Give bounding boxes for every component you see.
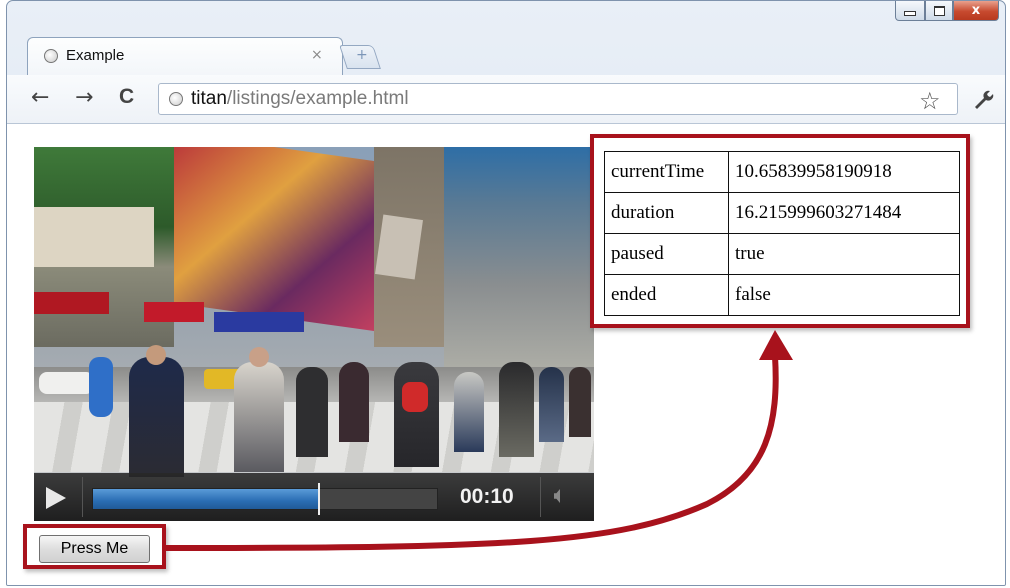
forward-button[interactable]: → bbox=[75, 85, 93, 110]
control-divider bbox=[540, 477, 541, 517]
video-progress-fill bbox=[93, 489, 319, 509]
property-value: true bbox=[728, 233, 960, 275]
globe-icon bbox=[169, 92, 183, 106]
video-progress-bar[interactable] bbox=[92, 483, 438, 515]
table-row: currentTime 10.65839958190918 bbox=[604, 151, 960, 193]
property-value: false bbox=[728, 274, 960, 316]
video-player[interactable]: 00:10 bbox=[34, 147, 594, 521]
table-row: ended false bbox=[604, 274, 960, 316]
video-controls: 00:10 bbox=[34, 473, 594, 521]
arrow-head bbox=[759, 330, 793, 360]
url-host: titan bbox=[191, 88, 227, 109]
video-frame bbox=[34, 147, 594, 521]
properties-callout: currentTime 10.65839958190918 duration 1… bbox=[590, 134, 970, 328]
url-text: titan/listings/example.html bbox=[191, 88, 409, 110]
address-bar[interactable]: titan/listings/example.html bbox=[158, 83, 958, 115]
bookmark-star-icon[interactable]: ☆ bbox=[919, 87, 941, 115]
table-row: duration 16.215999603271484 bbox=[604, 192, 960, 234]
minimize-icon bbox=[904, 11, 916, 16]
property-name: currentTime bbox=[604, 151, 729, 193]
window-controls: x bbox=[895, 1, 999, 21]
tab-example[interactable]: Example × bbox=[27, 37, 343, 75]
toolbar: ← → C titan/listings/example.html ☆ bbox=[7, 75, 1005, 124]
property-name: duration bbox=[604, 192, 729, 234]
back-button[interactable]: ← bbox=[31, 85, 49, 110]
close-window-button[interactable]: x bbox=[953, 1, 999, 21]
browser-window: x Example × + ← → C titan/listings/examp… bbox=[6, 0, 1006, 586]
minimize-button[interactable] bbox=[895, 1, 925, 21]
property-name: ended bbox=[604, 274, 729, 316]
plus-icon: + bbox=[356, 47, 368, 63]
video-properties-table: currentTime 10.65839958190918 duration 1… bbox=[604, 151, 960, 316]
button-callout: Press Me bbox=[23, 524, 166, 569]
volume-icon[interactable] bbox=[554, 489, 560, 503]
property-name: paused bbox=[604, 233, 729, 275]
tab-title: Example bbox=[66, 47, 125, 64]
url-path: /listings/example.html bbox=[226, 88, 409, 109]
reload-button[interactable]: C bbox=[119, 85, 134, 109]
wrench-icon[interactable] bbox=[971, 87, 995, 117]
property-value: 16.215999603271484 bbox=[728, 192, 960, 234]
press-me-button[interactable]: Press Me bbox=[39, 535, 150, 563]
globe-icon bbox=[44, 49, 58, 63]
maximize-button[interactable] bbox=[925, 1, 953, 21]
page-content: 00:10 currentTime 10.65839958190918 dura… bbox=[7, 124, 1005, 585]
play-icon[interactable] bbox=[46, 487, 66, 509]
control-divider bbox=[82, 477, 83, 517]
table-row: paused true bbox=[604, 233, 960, 275]
scrubber-handle[interactable] bbox=[318, 483, 320, 515]
property-value: 10.65839958190918 bbox=[728, 151, 960, 193]
video-time: 00:10 bbox=[460, 485, 514, 508]
maximize-icon bbox=[933, 5, 945, 16]
tab-close-icon[interactable]: × bbox=[311, 47, 323, 63]
